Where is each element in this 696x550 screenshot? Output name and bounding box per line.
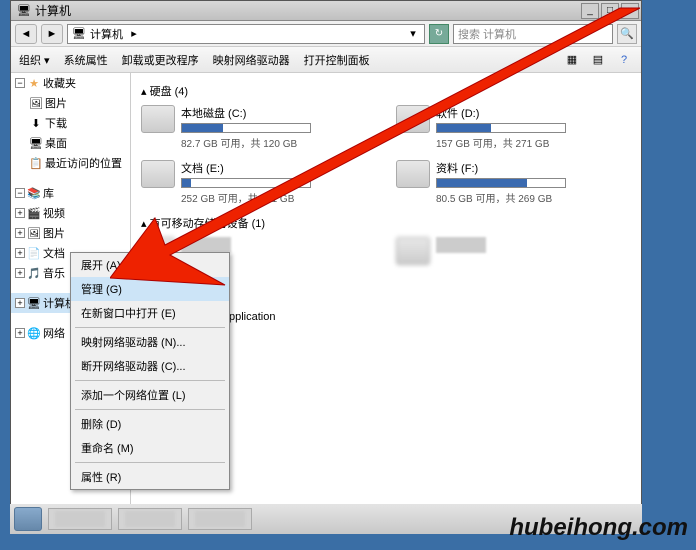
ctx-map-drive[interactable]: 映射网络驱动器 (N)... (71, 330, 229, 354)
sidebar-item-lib-pictures[interactable]: +🖼图片 (11, 223, 130, 243)
ctx-new-window[interactable]: 在新窗口中打开 (E) (71, 301, 229, 325)
expand-icon[interactable]: + (15, 208, 25, 218)
system-properties-button[interactable]: 系统属性 (64, 52, 108, 68)
sidebar-item-downloads[interactable]: ⬇下载 (11, 113, 130, 133)
sidebar-item-recent[interactable]: 📋最近访问的位置 (11, 153, 130, 173)
minimize-button[interactable]: _ (581, 3, 599, 19)
drive-d[interactable]: 软件 (D:) 157 GB 可用，共 271 GB (396, 105, 631, 150)
search-button[interactable]: 🔍 (617, 24, 637, 44)
taskbar-item[interactable] (48, 508, 112, 530)
drive-icon (396, 160, 430, 188)
window-title: 计算机 (35, 2, 581, 19)
close-button[interactable]: × (621, 3, 639, 19)
map-drive-button[interactable]: 映射网络驱动器 (213, 52, 290, 68)
search-placeholder: 搜索 计算机 (458, 26, 516, 42)
dropdown-icon[interactable]: ▾ (406, 27, 420, 40)
drives-section-header[interactable]: ▴ 硬盘 (4) (141, 83, 631, 99)
expand-icon[interactable]: + (15, 268, 25, 278)
sidebar-item-videos[interactable]: +🎬视频 (11, 203, 130, 223)
toolbar: 组织 ▾ 系统属性 卸载或更改程序 映射网络驱动器 打开控制面板 ▦ ▤ ? (11, 47, 641, 73)
ctx-properties[interactable]: 属性 (R) (71, 465, 229, 489)
nav-bar: ◄ ► 🖥 计算机 ▸ ▾ ↻ 搜索 计算机 🔍 (11, 21, 641, 47)
uninstall-button[interactable]: 卸载或更改程序 (122, 52, 199, 68)
back-button[interactable]: ◄ (15, 24, 37, 44)
address-bar[interactable]: 🖥 计算机 ▸ ▾ (67, 24, 425, 44)
address-text: 计算机 (90, 26, 123, 42)
removable-device[interactable] (396, 237, 631, 265)
taskbar-item[interactable] (188, 508, 252, 530)
sidebar-item-desktop[interactable]: 🖥桌面 (11, 133, 130, 153)
refresh-button[interactable]: ↻ (429, 24, 449, 44)
ctx-delete[interactable]: 删除 (D) (71, 412, 229, 436)
collapse-icon[interactable]: − (15, 188, 25, 198)
expand-icon[interactable]: + (15, 248, 25, 258)
ctx-manage[interactable]: 管理 (G) (71, 277, 229, 301)
drive-icon (141, 160, 175, 188)
expand-icon[interactable]: + (15, 298, 25, 308)
drive-c[interactable]: 本地磁盘 (C:) 82.7 GB 可用，共 120 GB (141, 105, 376, 150)
drive-f[interactable]: 资料 (F:) 80.5 GB 可用，共 269 GB (396, 160, 631, 205)
ctx-add-location[interactable]: 添加一个网络位置 (L) (71, 383, 229, 407)
maximize-button[interactable]: □ (601, 3, 619, 19)
chevron-right-icon[interactable]: ▸ (127, 27, 141, 40)
ctx-open[interactable]: 展开 (A) (71, 253, 229, 277)
expand-icon[interactable]: + (15, 328, 25, 338)
preview-pane-icon[interactable]: ▤ (589, 51, 607, 69)
computer-icon: 🖥 (72, 27, 86, 40)
sidebar-item-pictures[interactable]: 🖼图片 (11, 93, 130, 113)
context-menu: 展开 (A) 管理 (G) 在新窗口中打开 (E) 映射网络驱动器 (N)...… (70, 252, 230, 490)
taskbar-item[interactable] (118, 508, 182, 530)
organize-menu[interactable]: 组织 ▾ (19, 52, 50, 68)
libraries-node[interactable]: −📚库 (11, 183, 130, 203)
ctx-rename[interactable]: 重命名 (M) (71, 436, 229, 460)
expand-icon[interactable]: + (15, 228, 25, 238)
favorites-node[interactable]: −★收藏夹 (11, 73, 130, 93)
ctx-disconnect[interactable]: 断开网络驱动器 (C)... (71, 354, 229, 378)
drive-icon (396, 237, 430, 265)
help-icon[interactable]: ? (615, 51, 633, 69)
collapse-icon[interactable]: − (15, 78, 25, 88)
drive-icon (396, 105, 430, 133)
view-icon[interactable]: ▦ (563, 51, 581, 69)
drive-e[interactable]: 文档 (E:) 252 GB 可用，共 271 GB (141, 160, 376, 205)
start-button[interactable] (14, 507, 42, 531)
titlebar: 🖥 计算机 _ □ × (11, 1, 641, 21)
search-input[interactable]: 搜索 计算机 (453, 24, 613, 44)
drive-icon (141, 105, 175, 133)
forward-button[interactable]: ► (41, 24, 63, 44)
removable-section-header[interactable]: ▴ 有可移动存储的设备 (1) (141, 215, 631, 231)
computer-icon: 🖥 (17, 4, 31, 18)
control-panel-button[interactable]: 打开控制面板 (304, 52, 370, 68)
watermark: hubeihong.com (509, 514, 688, 542)
